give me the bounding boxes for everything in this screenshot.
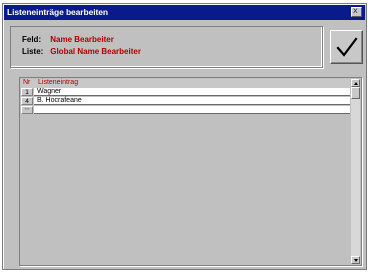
- list-body: 1 Wagner 4 B. Hocrafeane **: [21, 88, 350, 264]
- feld-value: Name Bearbeiter: [50, 35, 114, 44]
- row-text[interactable]: B. Hocrafeane: [34, 97, 350, 105]
- column-header-entry[interactable]: Listeneintrag: [38, 79, 78, 86]
- liste-label: Liste:: [22, 47, 44, 56]
- row-text[interactable]: Wagner: [34, 88, 350, 96]
- row-number: 4: [21, 97, 33, 105]
- info-panel: Feld: Name Bearbeiter Liste: Global Name…: [10, 26, 323, 68]
- column-header-nr[interactable]: Nr: [23, 79, 30, 86]
- title-bar[interactable]: Listeneinträge bearbeiten x: [4, 5, 365, 20]
- row-number: **: [21, 106, 33, 114]
- list-row[interactable]: 1 Wagner: [21, 88, 350, 96]
- feld-row: Feld: Name Bearbeiter: [22, 35, 114, 44]
- list-row[interactable]: 4 B. Hocrafeane: [21, 97, 350, 105]
- scroll-thumb[interactable]: [351, 87, 360, 99]
- close-button[interactable]: x: [351, 6, 362, 17]
- close-icon: x: [353, 6, 358, 15]
- feld-label: Feld:: [22, 35, 42, 44]
- scroll-down-arrow-icon[interactable]: [351, 256, 360, 264]
- row-number: 1: [21, 88, 33, 96]
- ok-button[interactable]: [330, 30, 363, 64]
- liste-row: Liste: Global Name Bearbeiter: [22, 47, 141, 56]
- entries-list[interactable]: Nr Listeneintrag 1 Wagner 4 B. Hocrafean…: [19, 77, 362, 266]
- dialog-window: Listeneinträge bearbeiten x Feld: Name B…: [2, 3, 367, 270]
- list-header: Nr Listeneintrag: [21, 79, 350, 88]
- checkmark-icon: [336, 37, 358, 57]
- row-text[interactable]: [34, 106, 350, 114]
- window-title: Listeneinträge bearbeiten: [7, 7, 108, 17]
- liste-value: Global Name Bearbeiter: [50, 47, 141, 56]
- scroll-up-arrow-icon[interactable]: [351, 79, 360, 87]
- vertical-scrollbar[interactable]: [351, 79, 360, 264]
- new-row[interactable]: **: [21, 106, 350, 114]
